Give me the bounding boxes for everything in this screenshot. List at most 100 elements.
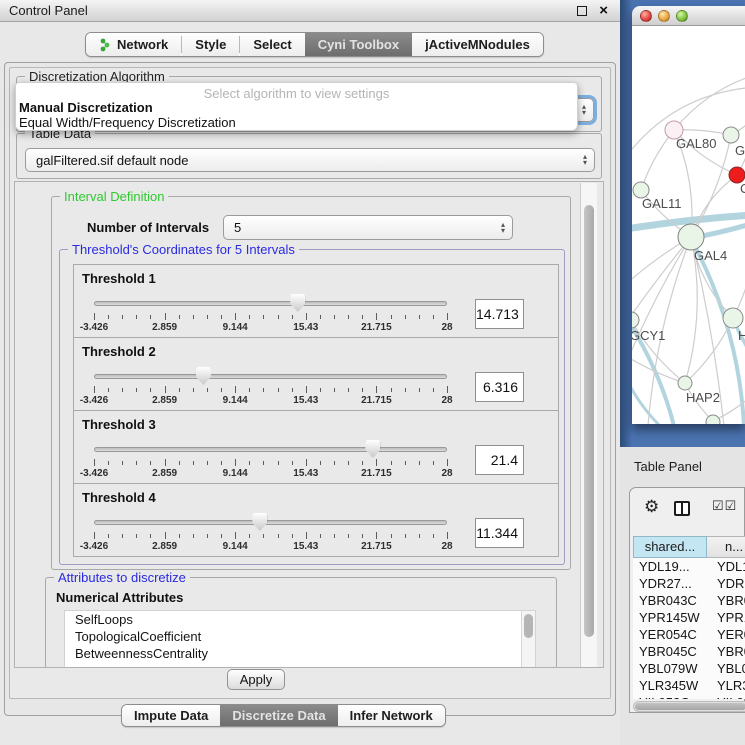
slider-tick bbox=[221, 315, 222, 319]
select-columns-icon[interactable]: ☑☑ bbox=[712, 498, 737, 514]
table-cell[interactable]: YBR0 bbox=[707, 592, 745, 609]
table-cell[interactable]: YBL079W bbox=[633, 660, 707, 677]
tab-jactivemnodules[interactable]: jActiveMNodules bbox=[412, 33, 543, 56]
network-node[interactable] bbox=[632, 312, 639, 328]
slider-tick-label: 2.859 bbox=[152, 395, 177, 406]
slider-ticks bbox=[94, 313, 447, 321]
network-node[interactable] bbox=[678, 224, 704, 250]
interval-definition-label: Interval Definition bbox=[60, 189, 168, 204]
table-row[interactable]: YIL052CYIL0 bbox=[633, 694, 745, 699]
network-canvas[interactable]: GAL80GACGAL11GAL4GCY1HHAP2 bbox=[632, 26, 745, 424]
slider-tick bbox=[207, 388, 208, 392]
slider-track[interactable] bbox=[94, 301, 447, 306]
column-header-shared[interactable]: shared... bbox=[633, 536, 707, 558]
control-panel-tabbar: Network Style Select Cyni Toolbox jActiv… bbox=[85, 32, 544, 57]
table-row[interactable]: YDR27...YDR2 bbox=[633, 575, 745, 592]
table-cell[interactable]: YBR043C bbox=[633, 592, 707, 609]
table-row[interactable]: YLR345WYLR3 bbox=[633, 677, 745, 694]
scrollbar-thumb[interactable] bbox=[524, 614, 533, 638]
table-cell[interactable]: YPR145W bbox=[633, 609, 707, 626]
slider-tick bbox=[136, 315, 137, 319]
list-item[interactable]: SelfLoops bbox=[65, 611, 535, 628]
menu-item-equal-width-frequency[interactable]: Equal Width/Frequency Discretization bbox=[19, 115, 236, 130]
settings-scrollbar[interactable] bbox=[580, 183, 597, 668]
table-row[interactable]: YDL19...YDL1 bbox=[633, 558, 745, 575]
table-cell[interactable]: YLR345W bbox=[633, 677, 707, 694]
gear-icon[interactable]: ⚙ bbox=[644, 497, 659, 517]
network-node[interactable] bbox=[706, 415, 720, 424]
threshold-value-field[interactable]: 11.344 bbox=[475, 518, 524, 548]
tab-network[interactable]: Network bbox=[86, 33, 181, 56]
table-cell[interactable]: YER0 bbox=[707, 626, 745, 643]
slider-track[interactable] bbox=[94, 374, 447, 379]
slider-tick bbox=[447, 532, 448, 539]
table-cell[interactable]: YIL052C bbox=[633, 694, 707, 699]
list-item[interactable]: BetweennessCentrality bbox=[65, 645, 535, 662]
split-columns-icon[interactable] bbox=[674, 501, 690, 516]
scrollbar-thumb[interactable] bbox=[584, 205, 594, 637]
threshold-value-field[interactable]: 21.4 bbox=[475, 445, 524, 475]
table-cell[interactable]: YDR27... bbox=[633, 575, 707, 592]
table-cell[interactable]: YIL0 bbox=[707, 694, 744, 699]
slider-track[interactable] bbox=[94, 447, 447, 452]
threshold-slider[interactable]: -3.4262.8599.14415.4321.71528 bbox=[94, 366, 447, 406]
threshold-slider[interactable]: -3.4262.8599.14415.4321.71528 bbox=[94, 439, 447, 479]
close-traffic-light-icon[interactable] bbox=[640, 10, 652, 22]
scrollbar-thumb[interactable] bbox=[635, 703, 745, 710]
close-icon[interactable]: × bbox=[599, 0, 608, 22]
tab-infer-network[interactable]: Infer Network bbox=[338, 705, 445, 726]
tab-cyni-toolbox[interactable]: Cyni Toolbox bbox=[305, 33, 412, 56]
table-data-combobox[interactable]: galFiltered.sif default node ▴▾ bbox=[25, 148, 595, 172]
threshold-slider[interactable]: -3.4262.8599.14415.4321.71528 bbox=[94, 293, 447, 333]
screen: Control Panel × Network Style Select Cyn… bbox=[0, 0, 745, 745]
table-row[interactable]: YER054CYER0 bbox=[633, 626, 745, 643]
table-cell[interactable]: YBL0 bbox=[707, 660, 745, 677]
column-header-name[interactable]: n... bbox=[707, 536, 745, 558]
table-cell[interactable]: YDR2 bbox=[707, 575, 745, 592]
tab-select[interactable]: Select bbox=[240, 33, 304, 56]
slider-thumb[interactable] bbox=[252, 513, 267, 531]
table-cell[interactable]: YDL19... bbox=[633, 558, 707, 575]
slider-tick bbox=[348, 461, 349, 465]
list-item[interactable]: TopologicalCoefficient bbox=[65, 628, 535, 645]
float-window-icon[interactable] bbox=[577, 6, 587, 16]
table-horizontal-scrollbar[interactable] bbox=[633, 701, 745, 712]
thresholds-container: Threshold 1 -3.4262.8599.14415.4321.7152… bbox=[60, 264, 564, 557]
table-row[interactable]: YPR145WYPR1 bbox=[633, 609, 745, 626]
table-cell[interactable]: YBR0 bbox=[707, 643, 745, 660]
network-node[interactable] bbox=[723, 308, 743, 328]
threshold-slider[interactable]: -3.4262.8599.14415.4321.71528 bbox=[94, 512, 447, 552]
threshold-value-field[interactable]: 14.713 bbox=[475, 299, 524, 329]
network-node-label: GAL4 bbox=[694, 248, 727, 263]
slider-thumb[interactable] bbox=[365, 440, 380, 458]
network-node-label: HAP2 bbox=[686, 390, 720, 405]
table-cell[interactable]: YDL1 bbox=[707, 558, 745, 575]
table-cell[interactable]: YPR1 bbox=[707, 609, 745, 626]
slider-tick bbox=[193, 388, 194, 392]
menu-item-manual-discretization[interactable]: Manual Discretization bbox=[19, 100, 153, 115]
numerical-attributes-list[interactable]: SelfLoops TopologicalCoefficient Between… bbox=[64, 610, 536, 668]
zoom-traffic-light-icon[interactable] bbox=[676, 10, 688, 22]
slider-thumb[interactable] bbox=[196, 367, 211, 385]
slider-tick bbox=[249, 315, 250, 319]
table-row[interactable]: YBL079WYBL0 bbox=[633, 660, 745, 677]
table-row[interactable]: YBR043CYBR0 bbox=[633, 592, 745, 609]
apply-button[interactable]: Apply bbox=[227, 669, 285, 690]
minimize-traffic-light-icon[interactable] bbox=[658, 10, 670, 22]
tab-style[interactable]: Style bbox=[182, 33, 239, 56]
network-node[interactable] bbox=[678, 376, 692, 390]
number-of-intervals-combobox[interactable]: 5 ▴▾ bbox=[223, 215, 513, 240]
control-panel-titlebar: Control Panel × bbox=[0, 0, 620, 22]
table-cell[interactable]: YLR3 bbox=[707, 677, 745, 694]
slider-thumb[interactable] bbox=[290, 294, 305, 312]
table-cell[interactable]: YER054C bbox=[633, 626, 707, 643]
threshold-value-field[interactable]: 6.316 bbox=[475, 372, 524, 402]
table-row[interactable]: YBR045CYBR0 bbox=[633, 643, 745, 660]
network-node[interactable] bbox=[723, 127, 739, 143]
slider-track[interactable] bbox=[94, 520, 447, 525]
tab-impute-data[interactable]: Impute Data bbox=[122, 705, 220, 726]
interval-definition-group: Interval Definition Number of Intervals … bbox=[51, 196, 571, 570]
tab-discretize-data[interactable]: Discretize Data bbox=[220, 705, 337, 726]
list-scrollbar[interactable] bbox=[521, 611, 535, 668]
table-cell[interactable]: YBR045C bbox=[633, 643, 707, 660]
